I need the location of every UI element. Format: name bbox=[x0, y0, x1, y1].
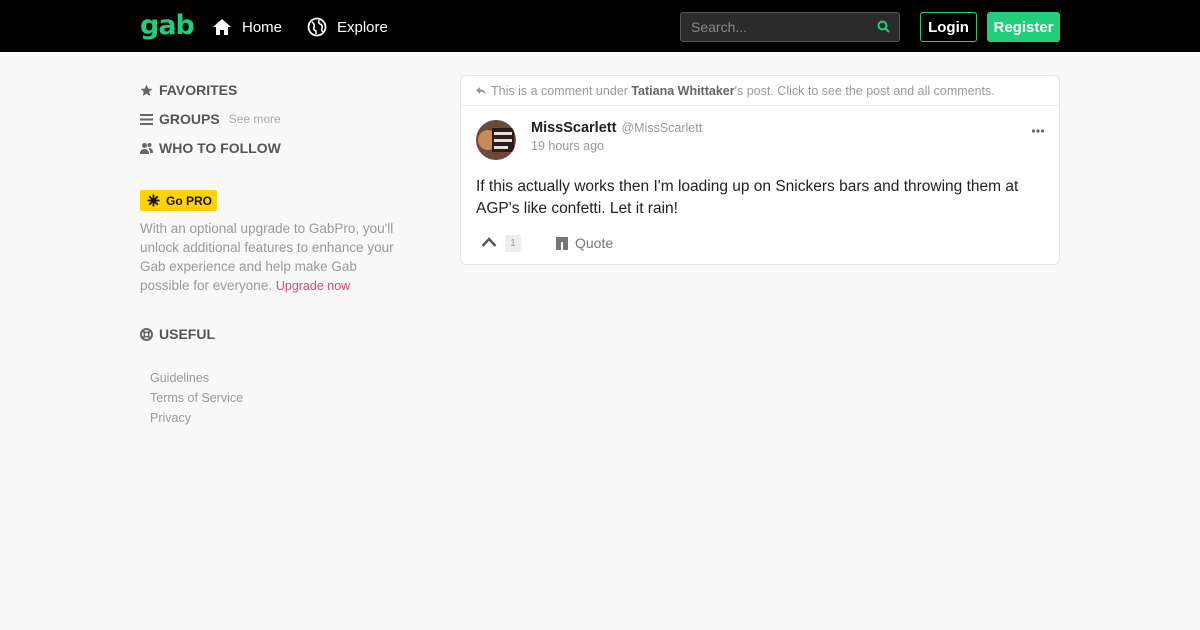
privacy-link[interactable]: Privacy bbox=[150, 408, 243, 428]
register-button[interactable]: Register bbox=[987, 12, 1060, 42]
star-icon bbox=[140, 84, 153, 96]
vote-count: 1 bbox=[505, 235, 521, 252]
login-button[interactable]: Login bbox=[920, 12, 977, 42]
parent-author[interactable]: Tatiana Whittaker bbox=[631, 84, 734, 98]
see-more-link[interactable]: See more bbox=[229, 112, 281, 126]
who-to-follow-label: WHO TO FOLLOW bbox=[159, 140, 281, 156]
quote-label: Quote bbox=[575, 235, 614, 251]
lifebuoy-icon bbox=[140, 327, 153, 341]
sidebar-groups[interactable]: GROUPS See more bbox=[140, 110, 281, 128]
upvote-icon[interactable] bbox=[481, 236, 497, 248]
sidebar-who-to-follow[interactable]: WHO TO FOLLOW bbox=[140, 139, 281, 157]
go-pro-label: Go PRO bbox=[166, 193, 213, 208]
author-handle[interactable]: @MissScarlett bbox=[621, 121, 702, 135]
top-navbar: gab Home Explore Login Register bbox=[0, 0, 1200, 52]
upgrade-now-link[interactable]: Upgrade now bbox=[276, 279, 350, 293]
pro-description: With an optional upgrade to GabPro, you'… bbox=[140, 219, 410, 296]
avatar[interactable] bbox=[476, 120, 516, 160]
useful-label: USEFUL bbox=[159, 326, 215, 342]
nav-home[interactable]: Home bbox=[212, 16, 282, 38]
globe-icon bbox=[307, 17, 327, 37]
sidebar-favorites[interactable]: FAVORITES bbox=[140, 81, 237, 99]
post-timestamp[interactable]: 19 hours ago bbox=[531, 139, 604, 153]
parent-post-note[interactable]: This is a comment under Tatiana Whittake… bbox=[461, 76, 1059, 106]
pro-description-text: With an optional upgrade to GabPro, you'… bbox=[140, 221, 394, 293]
useful-links: Guidelines Terms of Service Privacy bbox=[150, 368, 243, 428]
author-name[interactable]: MissScarlett bbox=[531, 120, 616, 136]
nav-home-label: Home bbox=[242, 18, 283, 36]
search-box bbox=[680, 12, 900, 42]
gab-logo[interactable]: gab bbox=[140, 10, 195, 41]
author-info: MissScarlett @MissScarlett bbox=[531, 120, 702, 136]
home-icon bbox=[213, 19, 231, 35]
go-pro-badge[interactable]: Go PRO bbox=[140, 190, 217, 211]
quote-button[interactable]: Quote bbox=[556, 235, 613, 251]
users-icon bbox=[140, 142, 153, 154]
sidebar-useful: USEFUL bbox=[140, 325, 215, 343]
comment-card: This is a comment under Tatiana Whittake… bbox=[460, 75, 1060, 265]
nav-explore-label: Explore bbox=[337, 18, 388, 36]
quote-icon bbox=[556, 236, 568, 250]
asterisk-icon bbox=[147, 194, 160, 207]
more-options-icon[interactable] bbox=[1031, 126, 1045, 136]
favorites-label: FAVORITES bbox=[159, 82, 238, 98]
nav-explore[interactable]: Explore bbox=[307, 16, 388, 38]
groups-label: GROUPS bbox=[159, 111, 220, 127]
note-suffix: 's post. Click to see the post and all c… bbox=[734, 83, 995, 98]
reply-icon bbox=[476, 86, 486, 95]
post-body: If this actually works then I'm loading … bbox=[476, 178, 1019, 217]
search-input[interactable] bbox=[681, 13, 871, 41]
terms-of-service-link[interactable]: Terms of Service bbox=[150, 388, 243, 408]
list-icon bbox=[140, 113, 153, 125]
search-icon[interactable] bbox=[877, 20, 890, 33]
guidelines-link[interactable]: Guidelines bbox=[150, 368, 243, 388]
avatar-image bbox=[476, 120, 516, 160]
note-prefix: This is a comment under bbox=[491, 83, 628, 98]
